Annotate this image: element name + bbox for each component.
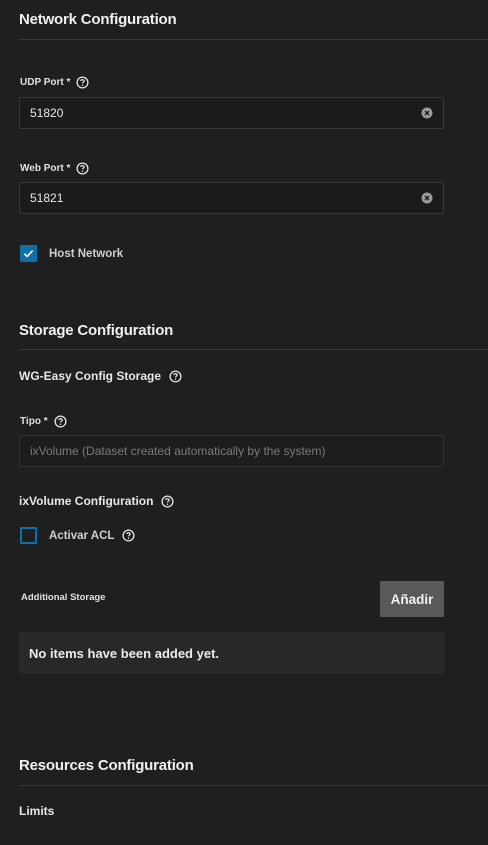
acl-row[interactable]: Activar ACL [20, 527, 135, 544]
tipo-select[interactable]: ixVolume (Dataset created automatically … [19, 435, 444, 467]
web-port-value[interactable]: 51821 [30, 191, 421, 205]
help-icon[interactable] [169, 369, 182, 383]
ixvolume-config-heading: ixVolume Configuration [19, 494, 174, 508]
resources-divider [19, 785, 488, 786]
clear-icon[interactable] [421, 192, 433, 204]
host-network-label: Host Network [49, 247, 124, 260]
empty-storage-list: No items have been added yet. [19, 632, 444, 674]
help-icon[interactable] [76, 76, 89, 89]
network-section-title: Network Configuration [19, 11, 177, 28]
web-port-label-text: Web Port * [20, 163, 71, 174]
tipo-value[interactable]: ixVolume (Dataset created automatically … [30, 444, 433, 458]
help-icon[interactable] [54, 415, 67, 428]
clear-icon[interactable] [421, 107, 433, 119]
udp-port-label: UDP Port * [20, 76, 89, 89]
check-icon [23, 249, 34, 258]
storage-section-title: Storage Configuration [19, 322, 174, 339]
host-network-checkbox[interactable] [20, 245, 37, 262]
limits-label: Limits [19, 804, 55, 818]
help-icon[interactable] [122, 529, 135, 542]
help-icon[interactable] [161, 494, 174, 508]
help-icon[interactable] [76, 162, 89, 175]
limits-heading: Limits [19, 804, 54, 818]
tipo-label: Tipo * [20, 415, 67, 428]
network-divider [19, 39, 488, 40]
acl-checkbox[interactable] [20, 527, 37, 544]
config-storage-heading: WG-Easy Config Storage [19, 369, 182, 383]
add-storage-button[interactable]: Añadir [380, 581, 444, 617]
ixvolume-config-label: ixVolume Configuration [19, 494, 154, 508]
tipo-label-text: Tipo * [20, 416, 48, 427]
config-storage-label: WG-Easy Config Storage [19, 369, 162, 383]
udp-port-input[interactable]: 51820 [19, 97, 444, 129]
empty-message: No items have been added yet. [29, 645, 220, 661]
resources-section-title: Resources Configuration [19, 757, 194, 774]
host-network-row[interactable]: Host Network [20, 245, 123, 262]
app-form: Network Configuration UDP Port * 51820 W… [0, 0, 488, 845]
web-port-label: Web Port * [20, 162, 89, 175]
udp-port-value[interactable]: 51820 [30, 106, 421, 120]
additional-storage-label: Additional Storage [21, 592, 106, 603]
udp-port-label-text: UDP Port * [20, 77, 71, 88]
storage-divider [19, 349, 488, 350]
web-port-input[interactable]: 51821 [19, 182, 444, 214]
acl-label: Activar ACL [49, 529, 115, 542]
